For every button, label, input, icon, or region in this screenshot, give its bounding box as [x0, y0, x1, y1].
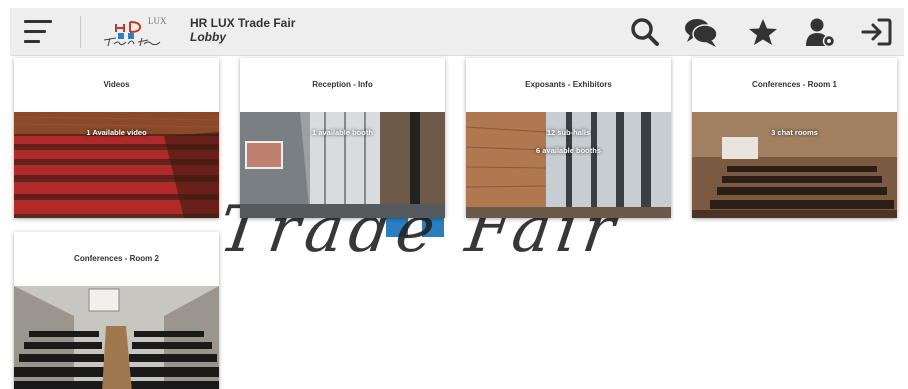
card-info-line: 12 sub-halls	[546, 128, 591, 137]
card-exposants-exhibitors[interactable]: Exposants - Exhibitors 12 sub-halls 6 av…	[466, 58, 671, 218]
app-title: HR LUX Trade Fair	[190, 16, 296, 30]
card-conferences-room-1[interactable]: Conferences - Room 1 3 chat rooms	[692, 58, 897, 218]
hr-lux-logo[interactable]: LUX	[102, 16, 174, 50]
card-title: Videos	[103, 80, 130, 89]
card-info-line: 1 available booth	[312, 128, 373, 137]
card-info-line: 1 Available video	[86, 128, 147, 137]
chat-icon[interactable]	[684, 16, 718, 48]
card-image-exhibition-hall: 12 sub-halls 6 available booths	[466, 112, 671, 218]
header-divider	[80, 16, 81, 48]
hamburger-menu-icon[interactable]	[24, 18, 54, 46]
card-title: Exposants - Exhibitors	[525, 80, 612, 89]
card-info: 12 sub-halls 6 available booths	[466, 124, 671, 160]
card-conferences-room-2[interactable]: Conferences - Room 2	[14, 232, 219, 389]
card-title: Conferences - Room 1	[752, 80, 837, 89]
card-videos[interactable]: Videos 1 Available video	[14, 58, 219, 218]
logo-lux-text: LUX	[148, 16, 167, 26]
card-image-conference-room-2	[14, 286, 219, 389]
page-subtitle: Lobby	[190, 30, 226, 44]
card-info-line: 6 available booths	[535, 146, 602, 155]
user-settings-icon[interactable]	[804, 16, 838, 48]
title-block: HR LUX Trade Fair Lobby	[190, 16, 295, 44]
card-info: 3 chat rooms	[692, 124, 897, 142]
card-title: Conferences - Room 2	[74, 254, 159, 263]
lobby-page: Trade Fair LUX HR LUX Trade Fair Lobby V…	[0, 0, 908, 389]
card-info-line: 3 chat rooms	[771, 128, 818, 137]
card-image-conference-room-1: 3 chat rooms	[692, 112, 897, 218]
star-icon[interactable]	[746, 16, 780, 48]
card-info: 1 available booth	[240, 124, 445, 142]
card-image-auditorium: 1 Available video	[14, 112, 219, 218]
top-bar: LUX HR LUX Trade Fair Lobby	[10, 8, 904, 56]
card-title: Reception - Info	[312, 80, 373, 89]
logout-icon[interactable]	[860, 16, 894, 48]
search-icon[interactable]	[628, 16, 662, 48]
card-reception-info[interactable]: Reception - Info 1 available booth	[240, 58, 445, 218]
card-image-reception-hall: 1 available booth	[240, 112, 445, 218]
card-info: 1 Available video	[14, 124, 219, 142]
